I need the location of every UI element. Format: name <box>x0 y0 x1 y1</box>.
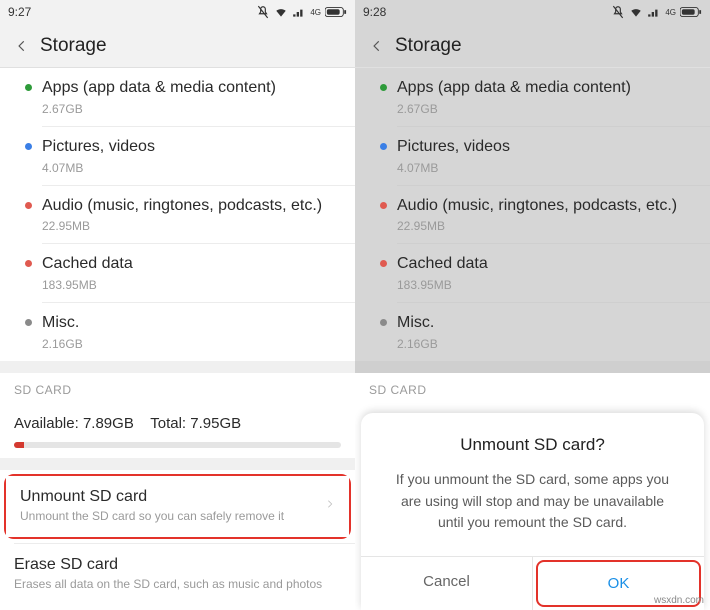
storage-usage-bar <box>14 442 341 448</box>
battery-icon <box>325 6 347 18</box>
status-time: 9:27 <box>8 5 31 19</box>
wifi-icon <box>274 5 288 19</box>
sd-storage-stats: Available: 7.89GB Total: 7.95GB <box>0 407 355 436</box>
right-screenshot: 9:28 4G Storage Apps (app data & media c… <box>355 0 710 610</box>
chevron-left-icon <box>15 39 29 53</box>
dialog-message: If you unmount the SD card, some apps yo… <box>361 469 704 556</box>
status-bar: 9:27 4G <box>0 0 355 24</box>
ok-label: OK <box>608 575 630 592</box>
section-gap <box>0 361 355 373</box>
dot-icon <box>25 202 32 209</box>
category-title: Pictures, videos <box>42 137 341 158</box>
dialog-title: Unmount SD card? <box>361 435 704 455</box>
category-title: Cached data <box>42 254 341 275</box>
unmount-confirm-dialog: Unmount SD card? If you unmount the SD c… <box>361 413 704 610</box>
signal-icon <box>292 5 306 19</box>
erase-sd-card-button[interactable]: Erase SD card Erases all data on the SD … <box>0 544 355 605</box>
network-4g-icon: 4G <box>310 8 321 17</box>
cancel-button[interactable]: Cancel <box>361 557 533 610</box>
available-label: Available: <box>14 415 79 432</box>
dot-icon <box>25 319 32 326</box>
back-button[interactable] <box>8 39 36 53</box>
cancel-label: Cancel <box>423 573 470 590</box>
section-gap <box>0 458 355 470</box>
header: Storage <box>0 24 355 68</box>
category-pictures[interactable]: Pictures, videos 4.07MB <box>0 127 355 185</box>
storage-list: Apps (app data & media content) 2.67GB P… <box>0 68 355 604</box>
total-label: Total: <box>150 415 186 432</box>
category-title: Apps (app data & media content) <box>42 78 341 99</box>
status-icons: 4G <box>256 5 347 19</box>
category-apps[interactable]: Apps (app data & media content) 2.67GB <box>0 68 355 126</box>
total-value: 7.95GB <box>190 415 241 432</box>
dot-icon <box>25 84 32 91</box>
category-cached[interactable]: Cached data 183.95MB <box>0 244 355 302</box>
category-size: 2.16GB <box>42 337 341 351</box>
available-value: 7.89GB <box>83 415 134 432</box>
action-subtitle: Unmount the SD card so you can safely re… <box>20 509 325 525</box>
action-subtitle: Erases all data on the SD card, such as … <box>14 577 341 593</box>
page-title: Storage <box>40 35 107 57</box>
category-size: 2.67GB <box>42 102 341 116</box>
category-size: 183.95MB <box>42 278 341 292</box>
annotation-highlight: Unmount SD card Unmount the SD card so y… <box>4 474 351 539</box>
category-size: 22.95MB <box>42 219 341 233</box>
dot-icon <box>25 143 32 150</box>
action-title: Unmount SD card <box>20 488 325 506</box>
category-audio[interactable]: Audio (music, ringtones, podcasts, etc.)… <box>0 186 355 244</box>
sd-card-section-header: SD CARD <box>0 373 355 407</box>
unmount-sd-card-button[interactable]: Unmount SD card Unmount the SD card so y… <box>6 476 349 537</box>
watermark: wsxdn.com <box>654 595 704 606</box>
vibrate-icon <box>256 5 270 19</box>
category-size: 4.07MB <box>42 161 341 175</box>
chevron-right-icon <box>325 497 335 516</box>
action-title: Erase SD card <box>14 556 341 574</box>
dot-icon <box>25 260 32 267</box>
category-title: Audio (music, ringtones, podcasts, etc.) <box>42 196 341 217</box>
category-title: Misc. <box>42 313 341 334</box>
storage-usage-fill <box>14 442 24 448</box>
dialog-overlay: Unmount SD card? If you unmount the SD c… <box>355 0 710 610</box>
dialog-buttons: Cancel OK <box>361 556 704 610</box>
left-screenshot: 9:27 4G Storage Apps (app data & media c… <box>0 0 355 610</box>
category-misc[interactable]: Misc. 2.16GB <box>0 303 355 361</box>
